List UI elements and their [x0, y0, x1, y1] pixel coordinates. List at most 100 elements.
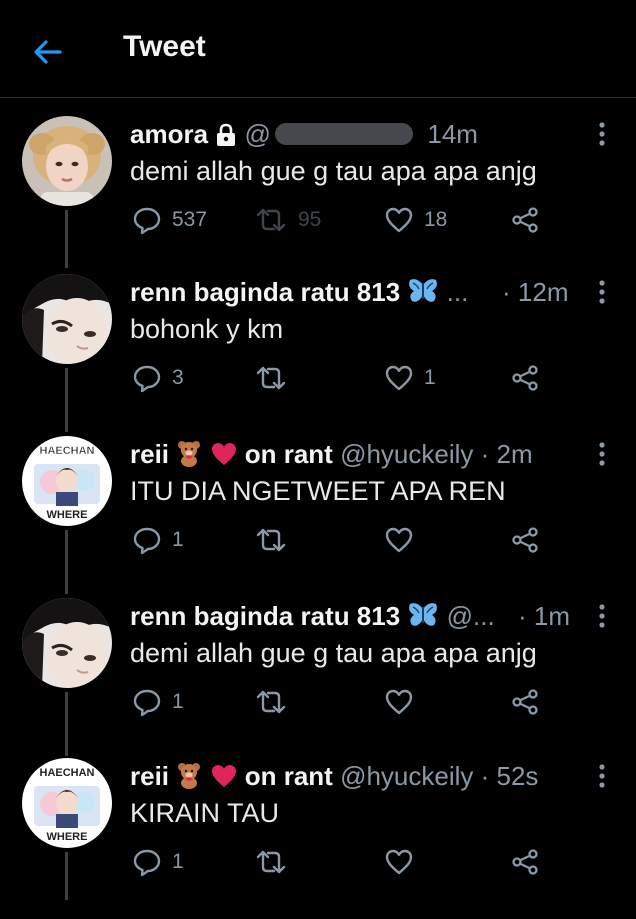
share-icon [512, 207, 538, 233]
reply-button[interactable]: 1 [132, 842, 184, 882]
lock-icon [217, 123, 236, 146]
retweet-button[interactable] [254, 358, 298, 398]
reply-button[interactable]: 537 [132, 200, 207, 240]
tweet-item[interactable]: HAECHAN WHERE reii on rant @hyuckeily · … [0, 436, 636, 597]
reply-button[interactable]: 1 [132, 520, 184, 560]
reply-button[interactable]: 1 [132, 682, 184, 722]
red-heart-icon [211, 443, 236, 465]
like-count: 1 [424, 366, 436, 389]
retweet-button[interactable] [254, 520, 298, 560]
tweet-actions: 1 [130, 682, 590, 722]
display-name-suffix[interactable]: on rant [245, 439, 333, 469]
reply-count: 1 [172, 690, 184, 713]
reply-count: 537 [172, 208, 208, 231]
more-options-icon[interactable] [596, 762, 608, 790]
tweet-text: KIRAIN TAU [130, 798, 280, 828]
reply-icon [133, 527, 161, 555]
timestamp[interactable]: 52s [497, 761, 539, 791]
page-title: Tweet [123, 30, 206, 63]
heart-icon [385, 365, 413, 391]
tweet-actions: 3 1 [130, 358, 590, 398]
tweet-actions: 537 95 18 [130, 200, 590, 240]
timestamp[interactable]: 1m [534, 601, 570, 631]
retweet-button[interactable] [254, 842, 298, 882]
avatar-caption-top: HAECHAN [40, 767, 95, 779]
display-name-suffix[interactable]: on rant [245, 761, 333, 791]
tweet-meta-time: · 1m [518, 598, 570, 634]
butterfly-icon [409, 279, 438, 302]
share-icon [512, 849, 538, 875]
handle[interactable]: @... [447, 601, 495, 631]
reply-icon [133, 365, 161, 393]
top-app-bar: Tweet [0, 0, 636, 98]
handle[interactable]: ... [447, 277, 469, 307]
tweet-item[interactable]: renn baginda ratu 813 ... · 12m bohonk y… [0, 274, 636, 435]
retweet-count: 95 [298, 208, 322, 231]
handle[interactable]: @hyuckeily [340, 439, 473, 469]
tweet-text: ITU DIA NGETWEET APA REN [130, 476, 506, 506]
more-options-icon[interactable] [596, 440, 608, 468]
reply-icon [133, 207, 161, 235]
butterfly-icon [409, 603, 438, 626]
more-options-icon[interactable] [596, 278, 608, 306]
avatar[interactable]: HAECHAN WHERE [22, 758, 112, 848]
tweet-meta-time: · 12m [502, 274, 568, 310]
tweet-item[interactable]: amora @ 14m demi allah gue g tau apa apa… [0, 116, 636, 277]
share-button[interactable] [510, 358, 540, 398]
tweet-actions: 1 [130, 842, 590, 882]
share-button[interactable] [510, 200, 540, 240]
display-name[interactable]: reii [130, 439, 169, 469]
retweet-icon [256, 208, 286, 232]
back-arrow-icon[interactable] [30, 34, 66, 70]
like-button[interactable]: 18 [384, 200, 447, 240]
separator: · [518, 601, 527, 631]
teddy-bear-icon [178, 441, 201, 467]
reply-icon [133, 689, 161, 717]
retweet-button[interactable]: 95 [254, 200, 321, 240]
timestamp[interactable]: 12m [518, 277, 569, 307]
avatar[interactable] [22, 116, 112, 206]
tweet-item[interactable]: renn baginda ratu 813 @... · 1m demi all… [0, 598, 636, 759]
handle[interactable]: @ [245, 119, 271, 149]
heart-icon [385, 527, 413, 553]
avatar[interactable] [22, 274, 112, 364]
timestamp[interactable]: 2m [497, 439, 533, 469]
separator: · [473, 439, 497, 469]
tweet-item[interactable]: HAECHAN WHERE reii on rant @hyuckeily · … [0, 758, 636, 919]
like-button[interactable] [384, 520, 424, 560]
like-button[interactable] [384, 842, 424, 882]
reply-count: 1 [172, 850, 184, 873]
more-options-icon[interactable] [596, 602, 608, 630]
tweet-text: bohonk y km [130, 314, 284, 344]
heart-icon [385, 207, 413, 233]
tweet-meta: amora @ 14m [130, 116, 478, 152]
display-name[interactable]: renn baginda ratu 813 [130, 277, 400, 307]
avatar[interactable]: HAECHAN WHERE [22, 436, 112, 526]
share-icon [512, 365, 538, 391]
share-button[interactable] [510, 520, 540, 560]
share-icon [512, 527, 538, 553]
separator: · [502, 277, 511, 307]
display-name[interactable]: reii [130, 761, 169, 791]
display-name[interactable]: amora [130, 119, 208, 149]
reply-count: 1 [172, 528, 184, 551]
tweet-meta: reii on rant @hyuckeily · 52s [130, 758, 538, 794]
reply-button[interactable]: 3 [132, 358, 184, 398]
red-heart-icon [211, 765, 236, 787]
retweet-icon [256, 366, 286, 390]
share-button[interactable] [510, 682, 540, 722]
like-count: 18 [424, 208, 448, 231]
handle[interactable]: @hyuckeily [340, 761, 473, 791]
display-name[interactable]: renn baginda ratu 813 [130, 601, 400, 631]
heart-icon [385, 849, 413, 875]
like-button[interactable]: 1 [384, 358, 436, 398]
avatar-caption-bottom: WHERE [47, 831, 88, 843]
timestamp[interactable]: 14m [427, 119, 478, 149]
heart-icon [385, 689, 413, 715]
share-button[interactable] [510, 842, 540, 882]
avatar[interactable] [22, 598, 112, 688]
retweet-button[interactable] [254, 682, 298, 722]
retweet-icon [256, 850, 286, 874]
more-options-icon[interactable] [596, 120, 608, 148]
like-button[interactable] [384, 682, 424, 722]
